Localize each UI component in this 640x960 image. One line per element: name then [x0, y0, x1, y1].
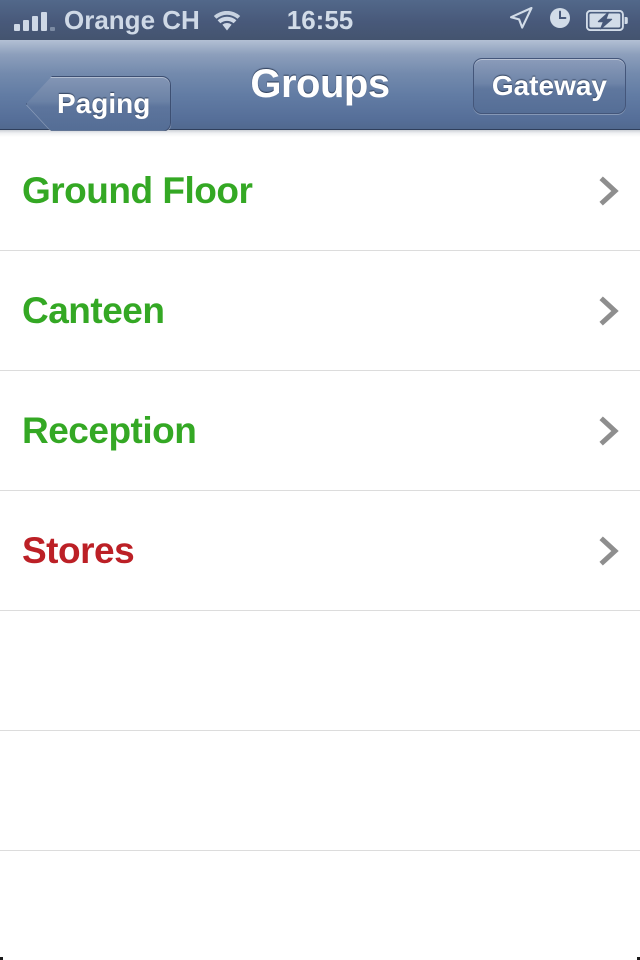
list-item[interactable]: Canteen — [0, 251, 640, 371]
status-bar: Orange CH 16:55 — [0, 0, 640, 40]
list-item[interactable]: Stores — [0, 491, 640, 611]
navigation-bar: Paging Groups Gateway — [0, 40, 640, 132]
chevron-right-icon — [596, 175, 622, 206]
chevron-right-icon — [596, 535, 622, 566]
battery-charging-icon — [585, 9, 628, 31]
app-screen: Orange CH 16:55 Paging Groups Gateway Gr… — [0, 0, 640, 960]
group-name-label: Reception — [22, 409, 197, 451]
clock-label: 16:55 — [286, 4, 354, 35]
group-name-label: Stores — [22, 529, 135, 571]
gateway-button[interactable]: Gateway — [472, 58, 626, 114]
group-name-label: Canteen — [22, 289, 165, 331]
list-item[interactable]: Ground Floor — [0, 131, 640, 251]
list-item[interactable]: Reception — [0, 371, 640, 491]
list-item-empty — [0, 611, 640, 731]
chevron-right-icon — [596, 415, 622, 446]
gateway-button-label: Gateway — [491, 70, 607, 101]
group-name-label: Ground Floor — [22, 169, 253, 211]
list-item-empty — [0, 851, 640, 960]
groups-list: Ground Floor Canteen Reception Stores — [0, 131, 640, 960]
chevron-right-icon — [596, 295, 622, 326]
list-item-empty — [0, 731, 640, 851]
